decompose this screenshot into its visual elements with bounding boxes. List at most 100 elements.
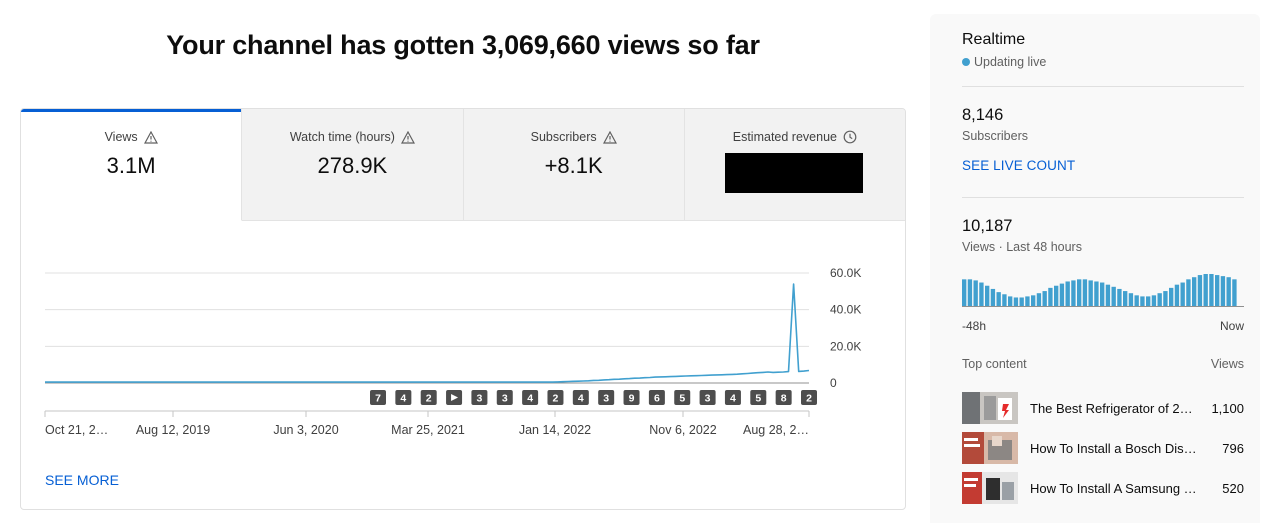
annotation-marker[interactable]: 4: [395, 390, 412, 405]
hourly-views-bar: [979, 282, 984, 306]
hourly-views-bar: [1220, 276, 1226, 306]
hourly-views-bar: [1031, 295, 1036, 306]
hourly-views-bar: [1082, 279, 1088, 306]
x-tick-label: Nov 6, 2022: [649, 423, 716, 437]
hourly-views-bar: [1209, 274, 1214, 306]
annotation-marker[interactable]: 7: [370, 390, 386, 405]
x-tick-label: Aug 28, 2…: [743, 423, 809, 437]
video-views: 796: [1222, 440, 1244, 456]
annotation-marker[interactable]: 3: [496, 390, 513, 405]
hourly-views-bar: [990, 288, 996, 306]
subscribers-label: Subscribers: [962, 129, 1028, 143]
views-series-line: [45, 283, 810, 383]
hourly-views-bar: [1013, 297, 1019, 306]
annotation-marker[interactable]: 2: [801, 390, 817, 405]
annotation-marker[interactable]: 4: [572, 390, 589, 405]
hourly-views-bar: [967, 279, 973, 306]
metric-tabs: Views 3.1M Watch time (hours) 278.9K Sub…: [21, 109, 905, 221]
marker-label: 3: [476, 393, 482, 405]
subscribers-count: 8,146: [962, 106, 1004, 124]
hourly-views-bar: [1192, 277, 1197, 306]
video-views: 520: [1222, 480, 1244, 496]
hourly-views-bar: [1134, 295, 1139, 306]
hourly-views-bar: [1140, 296, 1145, 306]
hourly-views-bar: [1077, 279, 1082, 306]
status-text: Updating live: [974, 55, 1047, 69]
annotation-marker[interactable]: 3: [699, 390, 716, 405]
annotation-marker[interactable]: 3: [598, 390, 615, 405]
top-content-header: Top content: [962, 357, 1027, 371]
hourly-views-bar: [1105, 284, 1111, 306]
hourly-views-bar: [1180, 282, 1185, 306]
marker-label: 4: [527, 393, 533, 405]
top-content-item[interactable]: How To Install a Bosch Dis… 796: [962, 432, 1244, 464]
annotation-marker[interactable]: 2: [547, 390, 564, 405]
tab-watch-time[interactable]: Watch time (hours) 278.9K: [242, 109, 464, 221]
annotation-marker[interactable]: 4: [724, 390, 741, 405]
hourly-views-bar: [1232, 279, 1237, 306]
annotation-marker[interactable]: [446, 390, 463, 405]
see-more-link[interactable]: SEE MORE: [45, 472, 119, 488]
annotation-marker[interactable]: 5: [750, 390, 767, 405]
top-content-item[interactable]: The Best Refrigerator of 2… 1,100: [962, 392, 1244, 424]
hourly-views-bar: [1048, 287, 1053, 306]
marker-label: 8: [781, 393, 787, 405]
marker-label: 6: [654, 393, 660, 405]
views-line-chart[interactable]: 60.0K 40.0K 20.0K 0 7 4 2 3 3 4 2 4 3 9 6 5 3 4 5 8 2 Oct 21,…: [21, 221, 905, 451]
hourly-views-bar: [1157, 293, 1162, 306]
marker-label: 3: [502, 393, 508, 405]
y-tick-label: 0: [830, 376, 837, 390]
warning-icon: [602, 130, 617, 144]
divider: [962, 197, 1244, 198]
annotation-marker[interactable]: 6: [648, 390, 665, 405]
hourly-views-bar: [1197, 275, 1203, 306]
tab-views[interactable]: Views 3.1M: [21, 109, 243, 221]
annotation-marker[interactable]: 9: [623, 390, 640, 405]
marker-label: 5: [679, 393, 685, 405]
annotation-marker[interactable]: 5: [674, 390, 691, 405]
hourly-views-bar: [1151, 295, 1157, 306]
analytics-card: Views 3.1M Watch time (hours) 278.9K Sub…: [20, 108, 906, 510]
video-title: The Best Refrigerator of 2…: [1030, 400, 1193, 416]
tab-value: +8.1K: [544, 153, 603, 178]
warning-icon: [400, 130, 415, 144]
video-views: 1,100: [1211, 400, 1244, 416]
marker-label: 9: [629, 393, 635, 405]
y-tick-label: 60.0K: [830, 266, 861, 280]
hourly-views-bar-chart[interactable]: [962, 272, 1244, 312]
hourly-views-bar: [1025, 296, 1030, 306]
annotation-marker[interactable]: 4: [522, 390, 539, 405]
hourly-views-bar: [1100, 282, 1105, 306]
video-thumbnail: [962, 472, 1018, 504]
top-content-item[interactable]: How To Install A Samsung … 520: [962, 472, 1244, 504]
divider: [962, 86, 1244, 87]
hourly-views-bar: [1065, 281, 1070, 306]
tab-subscribers[interactable]: Subscribers +8.1K: [463, 109, 685, 221]
hourly-views-bar: [1186, 279, 1191, 306]
tab-label: Watch time (hours): [289, 130, 395, 144]
hourly-views-bar: [1226, 277, 1231, 306]
annotation-marker[interactable]: 3: [471, 390, 488, 405]
video-thumbnail: [962, 432, 1018, 464]
hourly-views-bar: [1042, 291, 1047, 306]
redacted-revenue-value: [724, 153, 863, 193]
y-tick-label: 20.0K: [830, 339, 861, 353]
hourly-views-bar: [1008, 296, 1013, 306]
tab-label: Views: [104, 130, 138, 144]
marker-label: 3: [603, 393, 609, 405]
tab-label: Subscribers: [530, 130, 597, 144]
hourly-views-bar: [973, 280, 978, 306]
warning-icon: [143, 130, 158, 144]
see-live-count-link[interactable]: SEE LIVE COUNT: [962, 158, 1075, 173]
video-title: How To Install a Bosch Dis…: [1030, 440, 1197, 456]
hourly-views-bar: [1117, 288, 1122, 306]
marker-label: 2: [426, 393, 432, 405]
updating-live-status: Updating live: [962, 55, 1046, 69]
tab-estimated-revenue[interactable]: Estimated revenue: [684, 109, 905, 221]
hourly-views-bar: [1054, 285, 1059, 306]
marker-label: 4: [578, 393, 584, 405]
annotation-marker[interactable]: 8: [775, 390, 792, 405]
annotation-marker[interactable]: 2: [420, 390, 437, 405]
realtime-panel: Realtime Updating live 8,146 Subscribers…: [930, 14, 1260, 523]
axis-start-label: -48h: [962, 319, 987, 333]
